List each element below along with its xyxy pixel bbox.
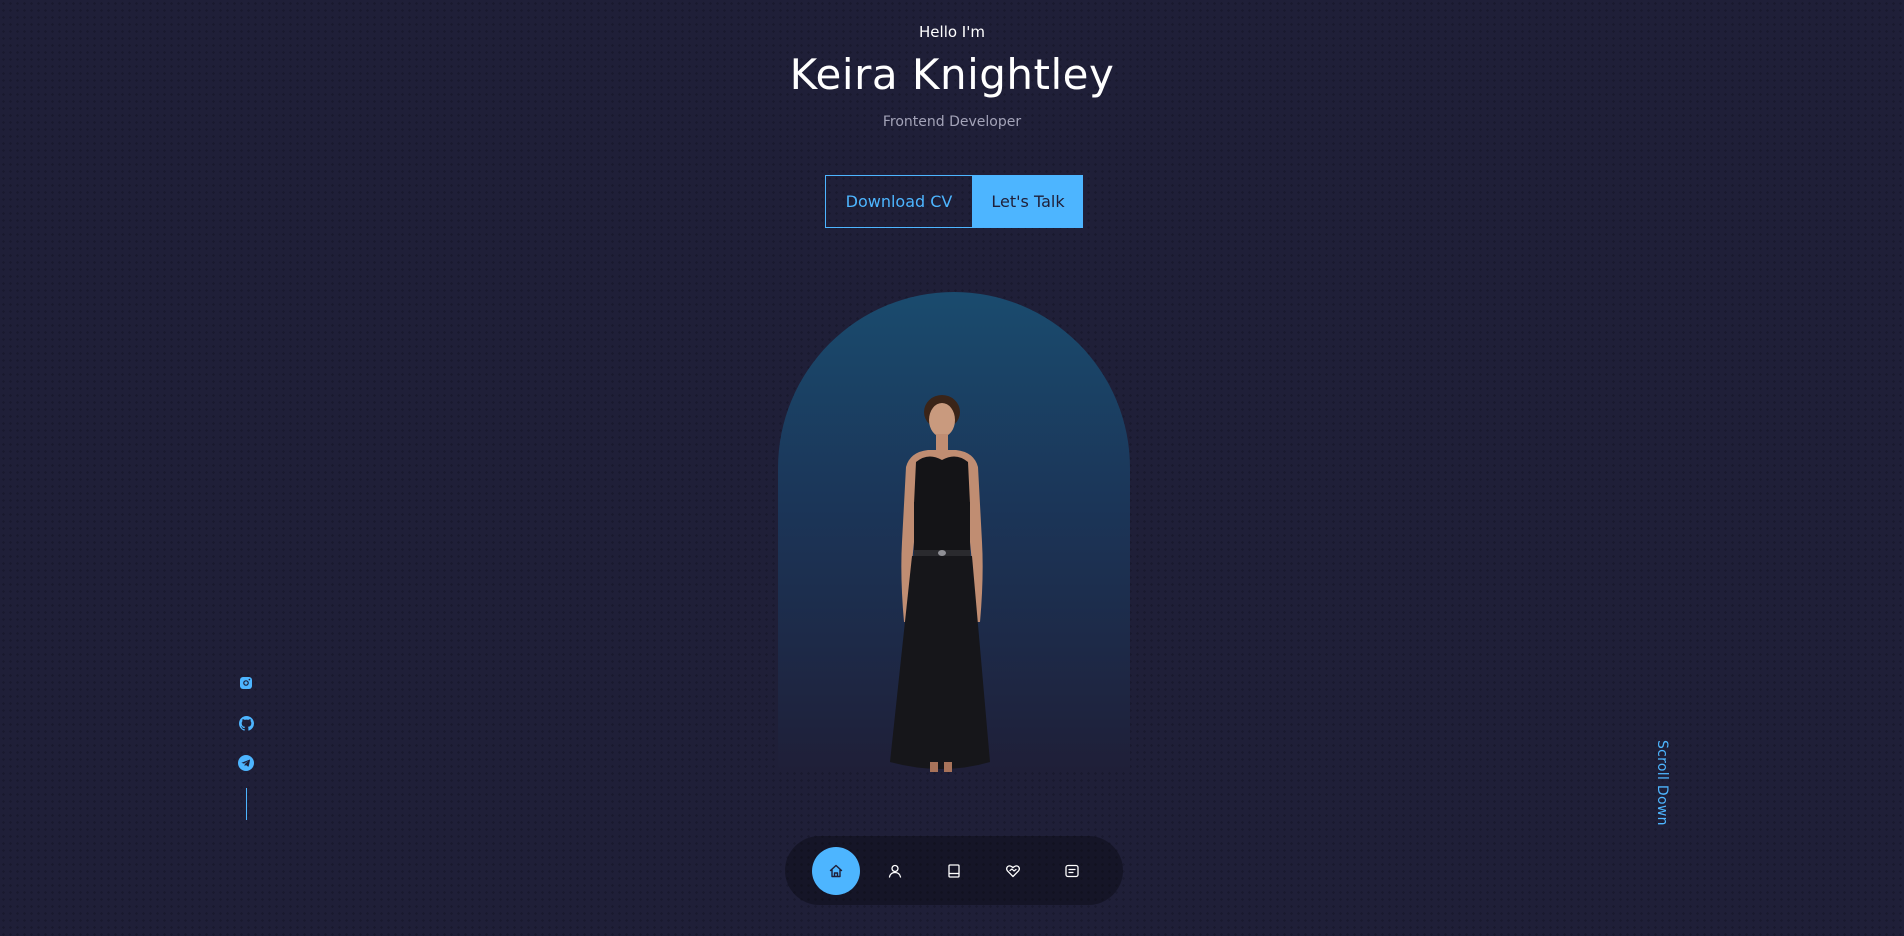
greeting-text: Hello I'm: [919, 23, 985, 41]
cta-buttons: Download CV Let's Talk: [825, 175, 1083, 228]
portrait-frame: [778, 292, 1130, 772]
services-icon: [1006, 864, 1020, 877]
hero-name: Keira Knightley: [789, 50, 1115, 99]
bottom-nav: [785, 836, 1123, 905]
user-icon: [888, 864, 902, 878]
nav-home[interactable]: [812, 846, 860, 895]
message-icon: [1065, 864, 1079, 877]
nav-about[interactable]: [871, 847, 919, 895]
instagram-link[interactable]: [237, 674, 255, 692]
download-cv-button[interactable]: Download CV: [825, 175, 973, 228]
telegram-icon: [238, 755, 254, 771]
instagram-icon: [240, 677, 252, 689]
nav-services[interactable]: [989, 847, 1037, 895]
telegram-link[interactable]: [237, 754, 255, 772]
hero-role: Frontend Developer: [882, 114, 1022, 130]
scroll-down-link[interactable]: Scroll Down: [1654, 740, 1670, 826]
github-icon: [238, 715, 254, 731]
home-icon: [829, 864, 843, 877]
book-icon: [948, 863, 960, 878]
nav-experience[interactable]: [930, 847, 978, 895]
portrait-photo: [890, 395, 990, 772]
social-divider-line: [245, 788, 247, 820]
nav-contact[interactable]: [1048, 847, 1096, 895]
social-links: [236, 674, 256, 820]
github-link[interactable]: [237, 714, 255, 732]
lets-talk-button[interactable]: Let's Talk: [973, 175, 1083, 228]
